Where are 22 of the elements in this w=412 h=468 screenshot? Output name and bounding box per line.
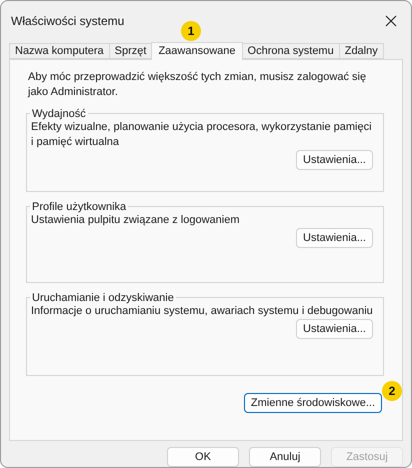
tab[interactable]: Nazwa komputera <box>9 42 110 59</box>
settings-button[interactable]: Ustawienia... <box>296 150 373 170</box>
callout-badge: 1 <box>181 20 201 41</box>
settings-button[interactable]: Ustawienia... <box>296 228 373 248</box>
environment-variables-button[interactable]: Zmienne środowiskowe... <box>244 392 382 413</box>
tab[interactable]: Sprzęt <box>108 42 152 59</box>
tab[interactable]: Ochrona systemu <box>242 42 340 59</box>
callout-badge: 2 <box>382 380 402 401</box>
group-title: Profile użytkownika <box>31 200 128 213</box>
group-description: Ustawienia pulpitu związane z logowaniem <box>31 212 241 228</box>
admin-notice: Aby móc przeprowadzić większość tych zmian, musisz zalogować się jako Administrator. <box>28 70 368 100</box>
dialog-button[interactable]: OK <box>167 447 239 467</box>
tab[interactable]: Zaawansowane <box>151 42 243 60</box>
group-title: Uruchamianie i odzyskiwanie <box>31 292 175 304</box>
dialog-button[interactable]: Anuluj <box>249 447 321 467</box>
tab[interactable]: Zdalny <box>338 42 384 59</box>
group-description: Informacje o uruchamianiu systemu, awariach systemu i debugowaniu <box>31 304 373 319</box>
group-description: Efekty wizualne, planowanie użycia procesora, wykorzystanie pamięci i pamięć wirtualna <box>31 120 373 150</box>
close-icon <box>385 14 397 27</box>
settings-button[interactable]: Ustawienia... <box>296 318 373 339</box>
window-title: Właściwości systemu <box>11 14 124 28</box>
group-title: Wydajność <box>31 108 87 120</box>
